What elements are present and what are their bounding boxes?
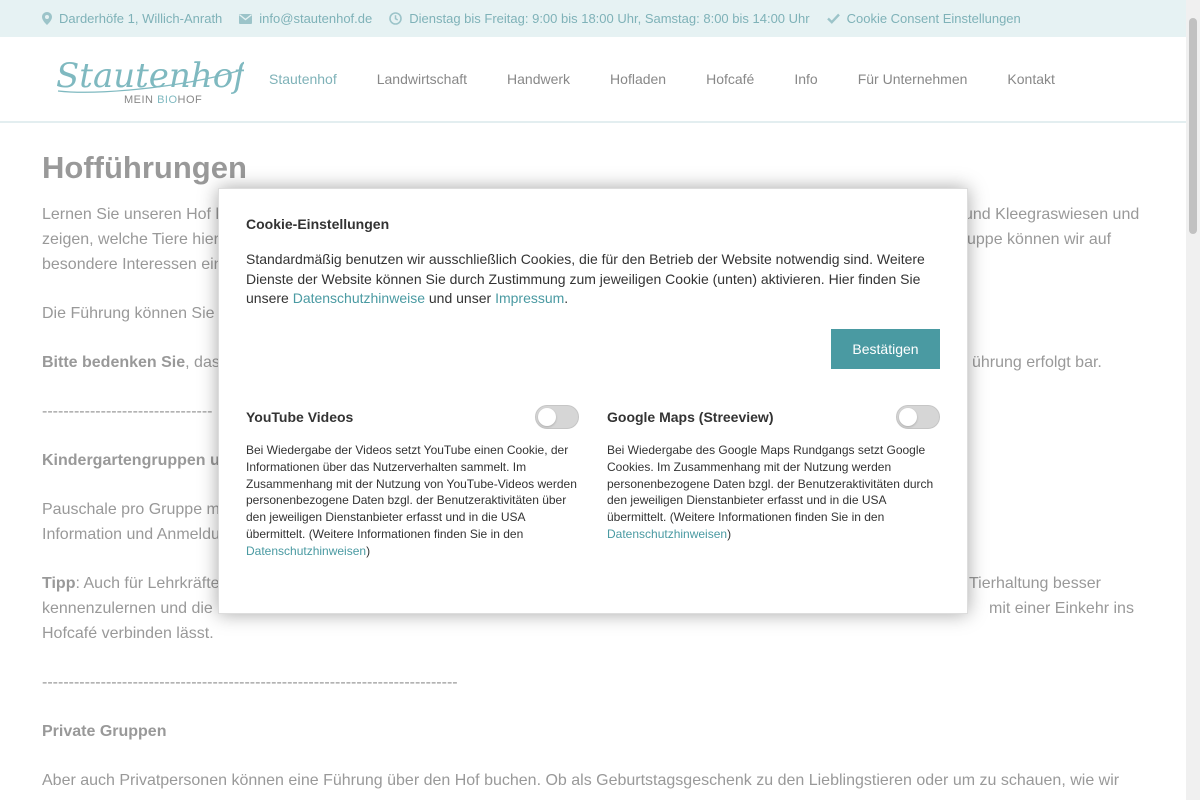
cookie-settings-item[interactable]: Cookie Consent Einstellungen xyxy=(826,11,1021,26)
paragraph-line: mit einer Einkehr ins xyxy=(989,600,1134,617)
email-link[interactable]: info@stautenhof.de xyxy=(259,11,372,26)
privacy-link[interactable]: Datenschutzhinweisen xyxy=(246,544,366,558)
envelope-icon xyxy=(239,13,253,24)
paragraph-line: Lernen Sie unseren Hof k xyxy=(42,206,224,223)
tip-text: : Auch für Lehrkräfte xyxy=(75,575,220,592)
logo-name: Stautenhof xyxy=(56,56,244,96)
separator: -------------------------------- xyxy=(42,403,213,420)
privacy-link[interactable]: Datenschutzhinweise xyxy=(293,290,425,306)
privacy-link[interactable]: Datenschutzhinweisen xyxy=(607,527,727,541)
tip-bold: Tipp xyxy=(42,575,76,592)
map-marker-icon xyxy=(42,12,52,25)
logo-tagline-3: HOF xyxy=(178,94,203,106)
service-text: Bei Wiedergabe des Google Maps Rundgangs… xyxy=(607,443,934,525)
nav-hofcafe[interactable]: Hofcafé xyxy=(686,71,774,87)
nav-hofladen[interactable]: Hofladen xyxy=(590,71,686,87)
top-info-bar: Darderhöfe 1, Willich-Anrath info@staute… xyxy=(0,0,1200,37)
svg-text:MEIN BIOHOF: MEIN BIOHOF xyxy=(124,94,202,106)
check-icon xyxy=(826,13,840,24)
service-description: Bei Wiedergabe der Videos setzt YouTube … xyxy=(246,442,579,560)
notice-line-end: ührung erfolgt bar. xyxy=(972,354,1102,371)
nav-stautenhof[interactable]: Stautenhof xyxy=(249,71,357,87)
logo-tagline-1: MEIN xyxy=(124,94,157,106)
site-logo[interactable]: Stautenhof MEIN BIOHOF xyxy=(54,51,251,107)
main-nav: Stautenhof Landwirtschaft Handwerk Hofla… xyxy=(249,37,1075,121)
google-maps-toggle[interactable] xyxy=(896,405,940,429)
scrollbar-thumb[interactable] xyxy=(1189,18,1197,234)
paragraph-line: Die Führung können Sie xyxy=(42,305,215,322)
nav-fuer-unternehmen[interactable]: Für Unternehmen xyxy=(838,71,988,87)
logo-wordmark: Stautenhof MEIN BIOHOF xyxy=(56,56,251,106)
separator: ----------------------------------------… xyxy=(42,674,458,691)
nav-info[interactable]: Info xyxy=(774,71,837,87)
paragraph-line: uppe können wir auf xyxy=(967,231,1112,248)
service-text-end: ) xyxy=(727,526,732,541)
paragraph-line: Hofcafé verbinden lässt. xyxy=(42,625,214,642)
service-text-end: ) xyxy=(366,543,371,558)
cookie-settings-link[interactable]: Cookie Consent Einstellungen xyxy=(847,11,1021,26)
service-google-maps: Google Maps (Streeview) Bei Wiedergabe d… xyxy=(607,405,940,543)
service-text: Bei Wiedergabe der Videos setzt YouTube … xyxy=(246,443,577,541)
tip-line-end: Tierhaltung besser xyxy=(969,575,1101,592)
tip-line: Tipp: Auch für Lehrkräfte xyxy=(42,571,220,596)
imprint-link[interactable]: Impressum xyxy=(495,290,564,306)
paragraph-line: kennenzulernen und die xyxy=(42,600,213,617)
intro-text: und unser xyxy=(425,290,496,306)
paragraph-line: und Kleegraswiesen und xyxy=(964,206,1140,223)
service-description: Bei Wiedergabe des Google Maps Rundgangs… xyxy=(607,442,940,543)
service-title: Google Maps (Streeview) xyxy=(607,409,774,425)
nav-kontakt[interactable]: Kontakt xyxy=(987,71,1074,87)
notice-bold: Bitte bedenken Sie xyxy=(42,354,186,371)
nav-handwerk[interactable]: Handwerk xyxy=(487,71,590,87)
hours-text: Dienstag bis Freitag: 9:00 bis 18:00 Uhr… xyxy=(409,11,810,26)
logo-tagline-2: BIO xyxy=(157,94,177,106)
address-item: Darderhöfe 1, Willich-Anrath xyxy=(42,11,222,26)
notice-line: Bitte bedenken Sie, das xyxy=(42,350,220,375)
cookie-consent-dialog: Cookie-Einstellungen Standardmäßig benut… xyxy=(218,188,968,614)
notice-text: , das xyxy=(185,354,220,371)
confirm-button[interactable]: Bestätigen xyxy=(831,329,940,369)
page-title: Hofführungen xyxy=(42,150,247,185)
service-youtube: YouTube Videos Bei Wiedergabe der Videos… xyxy=(246,405,579,560)
paragraph-line: Aber auch Privatpersonen können eine Füh… xyxy=(42,772,1120,789)
service-title: YouTube Videos xyxy=(246,409,354,425)
page-scrollbar[interactable] xyxy=(1186,0,1200,800)
toggle-knob xyxy=(538,408,556,426)
dialog-intro: Standardmäßig benutzen wir ausschließlic… xyxy=(246,250,936,309)
email-item[interactable]: info@stautenhof.de xyxy=(239,11,372,26)
intro-text: . xyxy=(564,290,569,306)
paragraph-line: Pauschale pro Gruppe m xyxy=(42,501,220,518)
hours-item: Dienstag bis Freitag: 9:00 bis 18:00 Uhr… xyxy=(389,11,810,26)
nav-landwirtschaft[interactable]: Landwirtschaft xyxy=(357,71,487,87)
youtube-toggle[interactable] xyxy=(535,405,579,429)
section-heading: Kindergartengruppen u xyxy=(42,452,220,469)
dialog-title: Cookie-Einstellungen xyxy=(246,216,390,232)
paragraph-line: Information und Anmeldu xyxy=(42,526,220,543)
paragraph-line: besondere Interessen ein xyxy=(42,256,223,273)
section-heading: Private Gruppen xyxy=(42,723,167,740)
toggle-knob xyxy=(899,408,917,426)
address-text: Darderhöfe 1, Willich-Anrath xyxy=(59,11,223,26)
site-header: Stautenhof MEIN BIOHOF Stautenhof Landwi… xyxy=(0,37,1186,123)
clock-icon xyxy=(389,12,403,25)
paragraph-line: zeigen, welche Tiere hier xyxy=(42,231,219,248)
